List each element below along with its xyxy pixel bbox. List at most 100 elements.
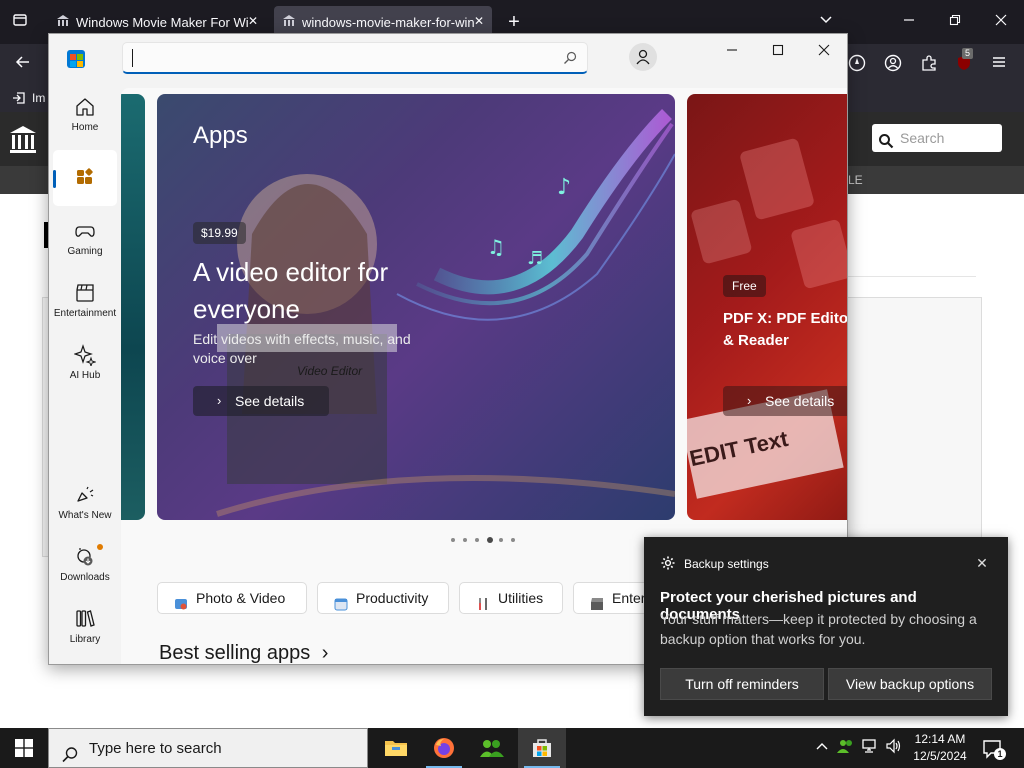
tab-list-icon[interactable] [10, 12, 30, 32]
store-sidebar: Home Gaming Entertainment AI Hub What's … [49, 88, 121, 664]
site-content-box [848, 297, 982, 540]
sidebar-item-ai-hub[interactable]: AI Hub [53, 338, 117, 394]
sidebar-item-apps[interactable] [53, 150, 117, 206]
volume-icon[interactable] [884, 738, 904, 758]
notification-count: 1 [994, 748, 1006, 760]
carousel-dot[interactable] [475, 538, 479, 542]
category-chip-productivity[interactable]: Productivity [317, 582, 449, 614]
section-title-best-selling[interactable]: Best selling apps › [159, 642, 328, 664]
people-icon [480, 740, 504, 757]
hero-title: A video editor for everyone [193, 257, 389, 324]
turn-off-reminders-button[interactable]: Turn off reminders [660, 668, 824, 700]
sidebar-item-label: Library [69, 634, 101, 645]
sidebar-item-gaming[interactable]: Gaming [53, 214, 117, 270]
import-bookmarks-label[interactable]: Im [32, 91, 45, 105]
account-icon[interactable] [882, 54, 904, 74]
minimize-icon[interactable] [898, 12, 920, 32]
gamepad-icon [75, 226, 95, 237]
category-chip-photo-video[interactable]: Photo & Video [157, 582, 307, 614]
site-divider [848, 276, 976, 277]
svg-text:♫: ♫ [487, 235, 505, 259]
back-icon[interactable] [12, 54, 34, 74]
menu-icon[interactable] [988, 54, 1010, 74]
site-favicon-icon [282, 14, 296, 28]
taskbar-app-green[interactable] [468, 728, 516, 768]
category-label: Photo & Video [196, 590, 286, 606]
import-bookmarks-icon[interactable] [12, 91, 26, 105]
taskbar-microsoft-store[interactable] [518, 728, 566, 768]
sidebar-item-downloads[interactable]: Downloads [53, 540, 117, 596]
svg-text:♬: ♬ [527, 248, 543, 269]
hero-description: Edit videos with effects, music, and voi… [193, 331, 411, 366]
list-all-tabs-icon[interactable] [816, 12, 836, 32]
show-hidden-icons[interactable] [812, 738, 832, 758]
windows-logo-icon [15, 739, 33, 757]
close-tab-icon[interactable]: ✕ [246, 14, 260, 28]
gear-icon [660, 555, 676, 571]
search-icon [61, 740, 79, 763]
category-chip-utilities[interactable]: Utilities [459, 582, 563, 614]
windows-taskbar: Type here to search 12:14 AM 12/5/2024 1 [0, 728, 1024, 768]
search-icon [878, 130, 894, 149]
extensions-icon[interactable] [918, 54, 940, 74]
clock-date: 12/5/2024 [913, 749, 967, 763]
taskbar-firefox[interactable] [420, 728, 468, 768]
site-nav-item[interactable]: LE [848, 173, 863, 187]
sidebar-item-home[interactable]: Home [53, 90, 117, 146]
site-logo-icon[interactable] [8, 124, 38, 154]
see-details-button[interactable]: › See details [723, 386, 847, 416]
sidebar-item-label: Home [71, 122, 99, 133]
restore-icon[interactable] [944, 12, 966, 32]
chevron-right-icon: › [747, 393, 752, 408]
sidebar-item-library[interactable]: Library [53, 602, 117, 658]
carousel-dot[interactable] [487, 537, 493, 543]
see-details-button[interactable]: › See details [193, 386, 329, 416]
action-center-icon[interactable]: 1 [982, 738, 1006, 760]
clock-time: 12:14 AM [914, 732, 966, 746]
price-badge: $19.99 [193, 222, 246, 244]
sidebar-item-label: What's New [58, 510, 112, 521]
tray-people-icon[interactable] [836, 738, 856, 758]
update-badge [97, 544, 103, 550]
clapperboard-icon [590, 591, 604, 610]
sidebar-item-whats-new[interactable]: What's New [53, 478, 117, 534]
site-search-input[interactable]: Search [872, 124, 1002, 152]
vpn-icon[interactable] [846, 54, 868, 74]
text-caret [132, 49, 133, 67]
section-title-text: Best selling apps [159, 642, 311, 664]
ublock-icon[interactable]: 5 [952, 48, 976, 74]
hero-card-video-editor[interactable]: ♪ ♫ ♬ Video Editor Apps $19.99 A video e… [157, 94, 675, 520]
sidebar-item-entertainment[interactable]: Entertainment [53, 276, 117, 332]
carousel-dot[interactable] [451, 538, 455, 542]
carousel-dot[interactable] [511, 538, 515, 542]
carousel-previous-card[interactable] [121, 94, 145, 520]
store-bag-icon [533, 739, 551, 757]
hero-card-pdf-editor[interactable]: EDIT Text Free PDF X: PDF Editor & Reade… [687, 94, 848, 520]
view-backup-options-button[interactable]: View backup options [828, 668, 992, 700]
notification-body: Your stuff matters—keep it protected by … [660, 611, 977, 647]
new-tab-icon[interactable]: + [504, 12, 524, 32]
home-icon [76, 98, 94, 116]
close-window-icon[interactable] [990, 12, 1012, 32]
network-icon[interactable] [860, 738, 880, 758]
store-search-input[interactable] [122, 42, 588, 74]
chevron-right-icon: › [217, 393, 222, 408]
hero-title: PDF X: PDF Editor & Reader [723, 310, 848, 349]
backup-notification: Backup settings ✕ Protect your cherished… [644, 537, 1008, 716]
taskbar-search-input[interactable]: Type here to search [48, 728, 368, 768]
taskbar-file-explorer[interactable] [372, 728, 420, 768]
carousel-dot[interactable] [463, 538, 467, 542]
account-avatar-icon[interactable] [629, 43, 657, 71]
close-icon[interactable]: ✕ [972, 553, 992, 573]
taskbar-clock[interactable]: 12:14 AM 12/5/2024 [906, 731, 974, 765]
tools-icon [476, 591, 490, 610]
start-button[interactable] [0, 728, 48, 768]
carousel-dot[interactable] [499, 538, 503, 542]
calendar-icon [334, 591, 348, 611]
close-tab-icon[interactable]: ✕ [472, 14, 486, 28]
maximize-icon[interactable] [761, 40, 795, 62]
search-icon[interactable] [563, 51, 577, 65]
close-icon[interactable] [807, 40, 841, 62]
hero-kicker: Apps [193, 122, 248, 149]
minimize-icon[interactable] [715, 40, 749, 62]
